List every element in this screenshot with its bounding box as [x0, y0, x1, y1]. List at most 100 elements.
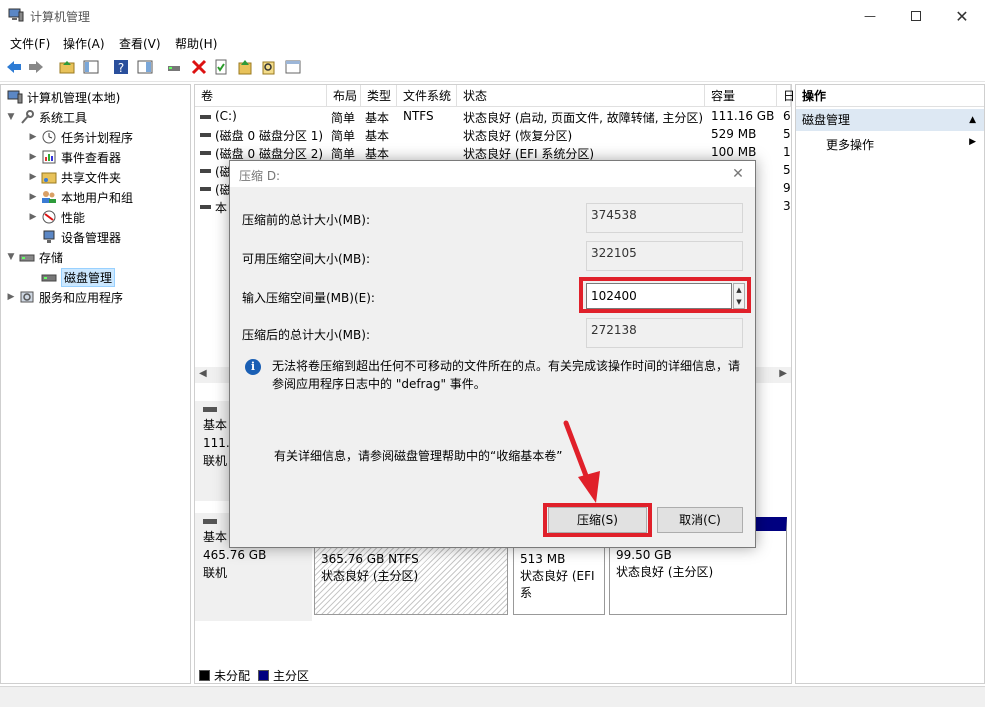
- connect-drive-icon[interactable]: [166, 58, 184, 76]
- disk-icon: [41, 274, 57, 282]
- actions-disk-management[interactable]: 磁盘管理 ▲: [796, 109, 984, 131]
- spin-down-icon[interactable]: ▼: [734, 296, 744, 308]
- column-header-free[interactable]: 日: [777, 85, 795, 107]
- volume-icon: [200, 115, 211, 119]
- volume-cell-free[interactable]: 3: [783, 199, 791, 213]
- tree-label: 服务和应用程序: [39, 290, 124, 305]
- shared-folder-icon: [41, 172, 57, 184]
- tree-item-performance[interactable]: ▶ 性能: [27, 207, 85, 227]
- help-icon[interactable]: ?: [112, 58, 130, 76]
- tree-item-storage[interactable]: ▼ 存储: [5, 247, 63, 267]
- tree-label: 磁盘管理: [61, 267, 116, 287]
- tree-item-shared-folders[interactable]: ▶ 共享文件夹: [27, 167, 121, 187]
- tree-item-services[interactable]: ▶ 服务和应用程序: [5, 287, 123, 307]
- tree-item-task-scheduler[interactable]: ▶ 任务计划程序: [27, 127, 133, 147]
- tree-item-disk-management[interactable]: 磁盘管理: [27, 267, 116, 287]
- partition-size: 513 MB: [520, 552, 566, 566]
- spin-up-icon[interactable]: ▲: [734, 284, 744, 296]
- column-header-layout[interactable]: 布局: [327, 85, 361, 107]
- volume-cell-capacity[interactable]: 111.16 GB: [711, 109, 774, 123]
- column-header-capacity[interactable]: 容量: [705, 85, 777, 107]
- shrink-amount-input[interactable]: 102400: [586, 283, 732, 309]
- chevron-down-icon[interactable]: ▼: [5, 252, 17, 262]
- menu-bar: 文件(F) 操作(A) 查看(V) 帮助(H): [0, 32, 985, 54]
- chevron-right-icon[interactable]: ▶: [5, 292, 17, 302]
- cancel-button[interactable]: 取消(C): [657, 507, 743, 533]
- volume-cell-fs[interactable]: NTFS: [403, 109, 434, 123]
- actions-disk-label: 磁盘管理: [802, 113, 851, 127]
- delete-icon[interactable]: [190, 58, 208, 76]
- tree-item-local-users[interactable]: ▶ 本地用户和组: [27, 187, 133, 207]
- chevron-right-icon[interactable]: ▶: [969, 137, 976, 147]
- close-button[interactable]: ✕: [939, 0, 985, 32]
- tree-item-event-viewer[interactable]: ▶ 事件查看器: [27, 147, 121, 167]
- partition-status: 状态良好 (主分区): [321, 569, 419, 583]
- tree-label: 事件查看器: [61, 150, 122, 165]
- column-header-filesystem[interactable]: 文件系统: [397, 85, 457, 107]
- close-icon: ✕: [732, 166, 744, 182]
- chevron-right-icon[interactable]: ▶: [27, 132, 39, 142]
- partition-d[interactable]: 365.76 GB NTFS 状态良好 (主分区): [314, 547, 508, 615]
- search-document-icon[interactable]: [260, 58, 278, 76]
- tree-label: 任务计划程序: [61, 130, 134, 145]
- menu-action[interactable]: 操作(A): [63, 35, 105, 52]
- volume-cell-layout[interactable]: 简单: [331, 127, 355, 144]
- chevron-right-icon[interactable]: ▶: [27, 192, 39, 202]
- up-folder-icon[interactable]: [58, 58, 76, 76]
- volume-cell-status[interactable]: 状态良好 (恢复分区): [463, 127, 572, 144]
- info-message: 无法将卷压缩到超出任何不可移动的文件所在的点。有关完成该操作时间的详细信息，请 …: [272, 357, 747, 393]
- title-bar: 计算机管理 — ✕: [0, 0, 985, 32]
- chevron-up-icon[interactable]: ▲: [969, 109, 976, 131]
- chevron-right-icon[interactable]: ▶: [27, 172, 39, 182]
- partition-size: 365.76 GB NTFS: [321, 552, 419, 566]
- console-icon[interactable]: [284, 58, 302, 76]
- volume-cell-name[interactable]: (C:): [215, 109, 237, 123]
- column-header-status[interactable]: 状态: [457, 85, 705, 107]
- volume-cell-free[interactable]: 5: [783, 163, 791, 177]
- tree-item-device-manager[interactable]: 设备管理器: [27, 227, 121, 247]
- volume-cell-name[interactable]: (磁盘 0 磁盘分区 1): [215, 127, 323, 144]
- scroll-left-icon[interactable]: ◀: [199, 368, 207, 379]
- back-arrow-icon[interactable]: [5, 58, 23, 76]
- chevron-right-icon[interactable]: ▶: [27, 152, 39, 162]
- shrink-button[interactable]: 压缩(S): [548, 507, 647, 533]
- tree-item-root[interactable]: 计算机管理(本地): [5, 87, 120, 107]
- menu-help[interactable]: 帮助(H): [175, 35, 217, 52]
- properties-pane-icon[interactable]: [136, 58, 154, 76]
- partition-efi[interactable]: 513 MB 状态良好 (EFI 系: [513, 547, 605, 615]
- volume-cell-free[interactable]: 5: [783, 127, 791, 141]
- more-actions[interactable]: 更多操作: [826, 135, 874, 155]
- volume-cell-capacity[interactable]: 100 MB: [711, 145, 756, 159]
- volume-cell-type[interactable]: 基本: [365, 127, 389, 144]
- menu-view[interactable]: 查看(V): [119, 35, 161, 52]
- maximize-button[interactable]: [893, 0, 939, 32]
- disk-size: 465.76 GB: [203, 548, 267, 562]
- tree-label: 设备管理器: [61, 230, 122, 245]
- volume-cell-name[interactable]: 本: [215, 199, 227, 216]
- tree-item-system-tools[interactable]: ▼ 系统工具: [5, 107, 87, 127]
- import-document-icon[interactable]: [236, 58, 254, 76]
- volume-cell-type[interactable]: 基本: [365, 109, 389, 126]
- menu-file[interactable]: 文件(F): [10, 35, 50, 52]
- volume-cell-free[interactable]: 6: [783, 109, 791, 123]
- volume-cell-free[interactable]: 9: [783, 181, 791, 195]
- check-document-icon[interactable]: [212, 58, 230, 76]
- minimize-button[interactable]: —: [847, 0, 893, 32]
- chevron-right-icon[interactable]: ▶: [27, 212, 39, 222]
- volume-icon: [200, 187, 211, 191]
- volume-cell-free[interactable]: 1: [783, 145, 791, 159]
- toolbar: ?: [0, 54, 985, 82]
- volume-cell-status[interactable]: 状态良好 (启动, 页面文件, 故障转储, 主分区): [463, 109, 703, 126]
- dialog-close-button[interactable]: ✕: [727, 164, 749, 184]
- chevron-down-icon[interactable]: ▼: [5, 112, 17, 122]
- volume-cell-capacity[interactable]: 529 MB: [711, 127, 756, 141]
- forward-arrow-icon[interactable]: [27, 58, 45, 76]
- scroll-right-icon[interactable]: ▶: [779, 368, 787, 379]
- total-after-value: 272138: [586, 318, 743, 348]
- volume-cell-layout[interactable]: 简单: [331, 109, 355, 126]
- shrink-amount-stepper[interactable]: ▲ ▼: [733, 283, 745, 309]
- column-header-volume[interactable]: 卷: [195, 85, 327, 107]
- actions-header: 操作: [796, 85, 984, 107]
- column-header-type[interactable]: 类型: [361, 85, 397, 107]
- show-hide-tree-icon[interactable]: [82, 58, 100, 76]
